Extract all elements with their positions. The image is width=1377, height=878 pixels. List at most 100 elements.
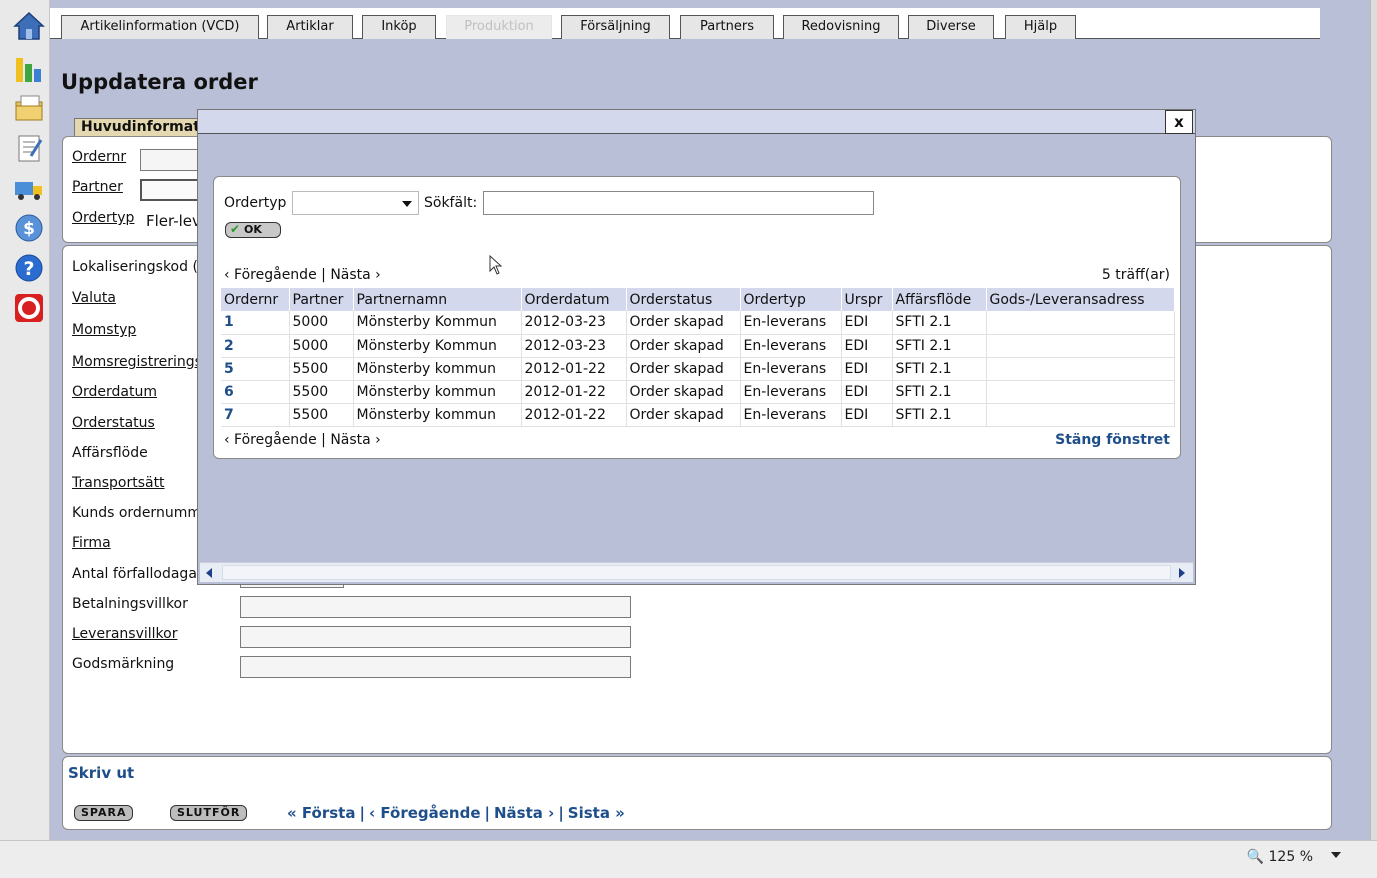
zoom-dropdown-icon[interactable] bbox=[1331, 852, 1341, 858]
tab-hjalp[interactable]: Hjälp bbox=[1005, 15, 1076, 39]
table-cell: 5000 bbox=[289, 311, 354, 335]
scroll-right-icon[interactable] bbox=[1179, 568, 1185, 578]
tab-forsaljning[interactable]: Försäljning bbox=[561, 15, 670, 39]
zoom-icon: 🔍 bbox=[1246, 849, 1265, 865]
tab-artikelinformation[interactable]: Artikelinformation (VCD) bbox=[61, 15, 259, 39]
close-window-link[interactable]: Stäng fönstret bbox=[1055, 432, 1170, 448]
table-cell bbox=[986, 380, 1175, 404]
vertical-scrollbar[interactable] bbox=[1370, 0, 1377, 840]
column-header[interactable]: Ordertyp bbox=[740, 288, 842, 311]
tab-partners[interactable]: Partners bbox=[680, 15, 774, 39]
leveransvillkor-input[interactable] bbox=[240, 626, 631, 648]
partner-input[interactable] bbox=[140, 179, 200, 201]
help-icon[interactable]: ? bbox=[13, 252, 45, 284]
column-header[interactable]: Affärsflöde bbox=[892, 288, 987, 311]
svg-text:?: ? bbox=[23, 258, 34, 280]
lifebuoy-icon[interactable] bbox=[13, 292, 45, 324]
horizontal-scrollbar[interactable] bbox=[200, 562, 1193, 582]
table-row[interactable]: 6 5500 Mönsterby kommun 2012-01-22 Order… bbox=[221, 380, 1175, 404]
chart-icon[interactable] bbox=[13, 52, 45, 84]
table-row[interactable]: 5 5500 Mönsterby kommun 2012-01-22 Order… bbox=[221, 357, 1175, 381]
record-pager: « Första | ‹ Föregående | Nästa › | Sista » bbox=[287, 804, 625, 822]
document-icon[interactable] bbox=[13, 132, 45, 164]
finish-button[interactable]: SLUTFÖR bbox=[170, 805, 248, 821]
table-cell: En-leverans bbox=[740, 403, 842, 427]
zoom-value: 125 % bbox=[1268, 849, 1313, 865]
svg-text:$: $ bbox=[23, 219, 35, 239]
table-cell: Order skapad bbox=[626, 334, 741, 358]
table-cell: Order skapad bbox=[626, 403, 741, 427]
last-link[interactable]: Sista » bbox=[568, 804, 625, 822]
order-number-link[interactable]: 5 bbox=[224, 361, 234, 377]
pager-prev-link[interactable]: ‹ Föregående bbox=[224, 267, 317, 283]
tab-huvudinformation[interactable]: Huvudinformation bbox=[74, 118, 204, 136]
column-header[interactable]: Orderstatus bbox=[626, 288, 741, 311]
table-cell: EDI bbox=[841, 403, 893, 427]
close-dialog-button[interactable]: x bbox=[1165, 110, 1193, 134]
table-cell bbox=[986, 334, 1175, 358]
table-cell: SFTI 2.1 bbox=[892, 380, 987, 404]
save-button[interactable]: SPARA bbox=[74, 805, 134, 821]
table-cell: 2012-01-22 bbox=[521, 357, 627, 381]
table-row[interactable]: 2 5000 Mönsterby Kommun 2012-03-23 Order… bbox=[221, 334, 1175, 358]
betalningsvillkor-input[interactable] bbox=[240, 596, 631, 618]
table-cell: EDI bbox=[841, 334, 893, 358]
top-navigation: Artikelinformation (VCD) Artiklar Inköp … bbox=[50, 8, 1320, 39]
scroll-track[interactable] bbox=[222, 565, 1171, 580]
ordertyp-select[interactable] bbox=[292, 191, 419, 215]
table-cell: 2012-03-23 bbox=[521, 311, 627, 335]
ordertyp-filter-label: Ordertyp bbox=[224, 195, 287, 211]
home-icon[interactable] bbox=[13, 10, 45, 42]
ok-button-label: OK bbox=[244, 223, 262, 236]
ok-button[interactable]: ✔ OK bbox=[225, 222, 281, 238]
order-search-dialog: x Ordertyp Sökfält: ✔ OK ‹ Föregående | … bbox=[197, 109, 1196, 585]
column-header[interactable]: Partnernamn bbox=[353, 288, 522, 311]
valuta-label: Valuta bbox=[72, 290, 116, 306]
tab-redovisning[interactable]: Redovisning bbox=[783, 15, 899, 39]
pager-prev-link[interactable]: ‹ Föregående bbox=[224, 432, 317, 448]
dialog-titlebar[interactable]: x bbox=[198, 110, 1195, 134]
table-cell: Order skapad bbox=[626, 311, 741, 335]
order-number-link[interactable]: 2 bbox=[224, 338, 234, 354]
truck-icon[interactable] bbox=[13, 172, 45, 204]
momstyp-label: Momstyp bbox=[72, 322, 137, 338]
order-number-link[interactable]: 7 bbox=[224, 407, 234, 423]
results-table: Ordernr Partner Partnernamn Orderdatum O… bbox=[221, 288, 1175, 427]
order-number-link[interactable]: 1 bbox=[224, 314, 234, 330]
column-header[interactable]: Ordernr bbox=[221, 288, 290, 311]
godsmarkning-input[interactable] bbox=[240, 656, 631, 678]
column-header[interactable]: Partner bbox=[289, 288, 354, 311]
page-title: Uppdatera order bbox=[61, 70, 258, 94]
tab-diverse[interactable]: Diverse bbox=[908, 15, 994, 39]
dollar-icon[interactable]: $ bbox=[13, 212, 45, 244]
scroll-left-icon[interactable] bbox=[206, 568, 212, 578]
column-header[interactable]: Gods-/Leveransadress bbox=[986, 288, 1175, 311]
table-cell: Mönsterby kommun bbox=[353, 357, 522, 381]
ordernr-input[interactable] bbox=[140, 149, 200, 171]
sokfalt-label: Sökfält: bbox=[424, 195, 478, 211]
tab-artiklar[interactable]: Artiklar bbox=[267, 15, 353, 39]
pager-next-link[interactable]: Nästa › bbox=[330, 432, 380, 448]
next-link[interactable]: Nästa › bbox=[494, 804, 554, 822]
tab-inkop[interactable]: Inköp bbox=[362, 15, 436, 39]
ordernr-label: Ordernr bbox=[72, 149, 127, 165]
ordertyp-label: Ordertyp bbox=[72, 210, 135, 226]
search-input[interactable] bbox=[483, 191, 874, 215]
column-header[interactable]: Orderdatum bbox=[521, 288, 627, 311]
table-row[interactable]: 7 5500 Mönsterby kommun 2012-01-22 Order… bbox=[221, 403, 1175, 427]
table-cell: SFTI 2.1 bbox=[892, 357, 987, 381]
order-number-link[interactable]: 6 bbox=[224, 384, 234, 400]
table-cell: SFTI 2.1 bbox=[892, 403, 987, 427]
previous-link[interactable]: ‹ Föregående bbox=[369, 804, 481, 822]
table-cell: Mönsterby Kommun bbox=[353, 311, 522, 335]
table-row[interactable]: 1 5000 Mönsterby Kommun 2012-03-23 Order… bbox=[221, 311, 1175, 335]
folder-icon[interactable] bbox=[13, 92, 45, 124]
zoom-level[interactable]: 🔍 125 % bbox=[1247, 849, 1313, 865]
orderstatus-label: Orderstatus bbox=[72, 415, 155, 431]
pager-next-link[interactable]: Nästa › bbox=[330, 267, 380, 283]
betalningsvillkor-label: Betalningsvillkor bbox=[72, 596, 188, 612]
print-link[interactable]: Skriv ut bbox=[68, 764, 134, 782]
first-link[interactable]: « Första bbox=[287, 804, 355, 822]
table-cell: SFTI 2.1 bbox=[892, 311, 987, 335]
column-header[interactable]: Urspr bbox=[841, 288, 893, 311]
